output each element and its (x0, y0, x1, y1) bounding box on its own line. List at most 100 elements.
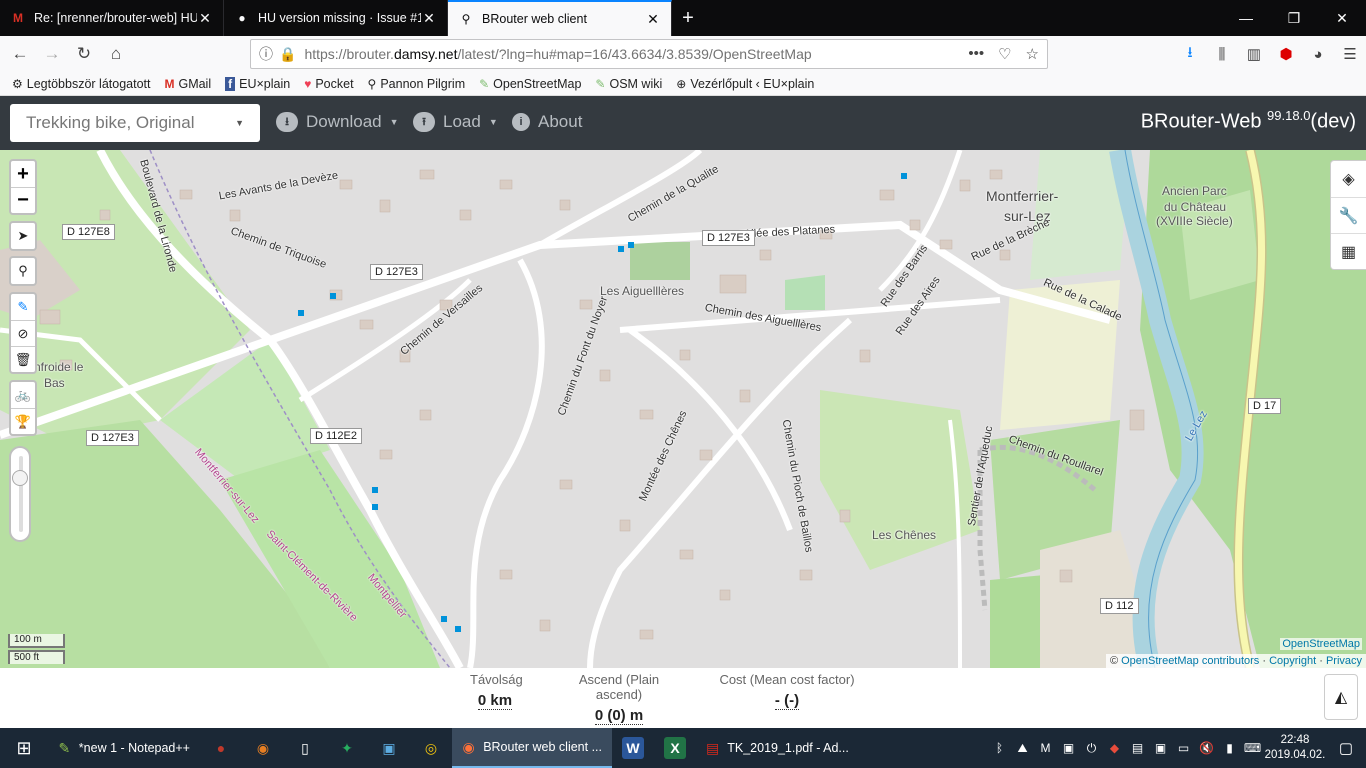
taskbar-notepadpp[interactable]: ✎ *new 1 - Notepad++ (48, 728, 200, 768)
cost-label: Cost (Mean cost factor) (719, 672, 855, 687)
battery-icon[interactable]: ▮ (1218, 741, 1241, 755)
browser-tab-gmail[interactable]: M Re: [nrenner/brouter-web] HU v ✕ (0, 0, 224, 36)
power-icon[interactable]: ⏻ (1080, 741, 1103, 756)
app-tray-icon[interactable]: M (1034, 741, 1057, 755)
info-icon: i (512, 113, 530, 131)
bookmark-label: OSM wiki (609, 76, 663, 91)
volume-icon[interactable]: 🔇 (1195, 741, 1218, 755)
bookmark-pannon-pilgrim[interactable]: ⚲ Pannon Pilgrim (368, 77, 466, 91)
start-button[interactable]: ⊞ (0, 728, 48, 768)
bluetooth-icon[interactable]: ᛒ (988, 741, 1011, 755)
bookmark-label: EU×plain (239, 76, 291, 91)
app-tray-icon[interactable]: ▤ (1126, 741, 1149, 755)
gmail-icon: M (13, 11, 23, 25)
taskbar-app[interactable]: ✦ (326, 728, 368, 768)
bookmark-star-icon[interactable]: ☆ (1026, 45, 1039, 63)
slider-thumb[interactable] (12, 470, 28, 486)
pocket-icon: ♥ (304, 76, 312, 91)
extension-icon[interactable]: ◕ (1302, 46, 1334, 63)
bookmark-label: Legtöbbször látogatott (26, 76, 151, 91)
upload-icon[interactable]: ⛰ (1011, 741, 1034, 756)
sidebar-icon[interactable]: ▥ (1238, 45, 1270, 63)
taskbar-app[interactable]: ● (200, 728, 242, 768)
privacy-link[interactable]: Privacy (1326, 655, 1362, 667)
info-icon[interactable]: ⓘ (259, 44, 273, 64)
restore-icon[interactable]: ❐ (1270, 0, 1318, 36)
lock-icon[interactable]: ▣ (1057, 741, 1080, 755)
bookmark-gmail[interactable]: M GMail (164, 77, 211, 91)
taskbar-chrome[interactable]: ◎ (410, 728, 452, 768)
taskbar-app[interactable]: ▣ (368, 728, 410, 768)
about-link[interactable]: i About (512, 112, 582, 132)
bookmark-euxplain[interactable]: f EU×plain (225, 76, 291, 91)
forward-icon[interactable]: → (36, 38, 68, 70)
language-icon[interactable]: ⌨ (1241, 741, 1264, 755)
bookmark-openstreetmap[interactable]: ✎ OpenStreetMap (479, 77, 581, 91)
minimize-icon[interactable]: — (1222, 0, 1270, 36)
scale-metric: 100 m (8, 634, 65, 648)
bookmark-vezerlopult[interactable]: ⊕ Vezérlőpult ‹ EU×plain (676, 77, 814, 91)
download-icon[interactable]: ⭳ (1174, 42, 1206, 67)
adblock-icon[interactable]: ⬢ (1270, 45, 1302, 63)
bookmark-pocket[interactable]: ♥ Pocket (304, 77, 353, 91)
copyright-link[interactable]: Copyright (1269, 655, 1316, 667)
app-tray-icon[interactable]: ◆ (1103, 741, 1126, 755)
taskbar-word[interactable]: W (612, 728, 654, 768)
locate-icon[interactable]: ➤ (11, 223, 35, 249)
library-icon[interactable]: ⫼ (1206, 46, 1238, 63)
road-shield: D 127E8 (62, 224, 115, 240)
browser-tab-github[interactable]: ● HU version missing · Issue #168 ✕ (224, 0, 448, 36)
trophy-icon[interactable]: 🏆 (11, 408, 35, 434)
table-icon[interactable]: ▦ (1331, 233, 1366, 269)
taskbar-app[interactable]: ◉ (242, 728, 284, 768)
pocket-icon[interactable]: ♡ (998, 45, 1011, 63)
download-menu[interactable]: ⭳ Download ▼ (276, 112, 399, 132)
zoom-in-button[interactable]: + (11, 161, 35, 187)
road-shield: D 112 (1100, 598, 1139, 614)
load-menu[interactable]: ⭱ Load ▼ (413, 112, 498, 132)
zoom-control: + − (9, 159, 37, 215)
menu-icon[interactable]: ☰ (1334, 45, 1366, 63)
close-icon[interactable]: ✕ (421, 10, 437, 26)
close-icon[interactable]: ✕ (645, 11, 661, 27)
page-actions-icon[interactable]: ••• (968, 45, 984, 63)
elevation-chart-button[interactable]: ◭ (1324, 674, 1358, 720)
close-icon[interactable]: ✕ (197, 10, 213, 26)
taskbar-firefox[interactable]: ◉ BRouter web client ... (452, 728, 612, 768)
network-icon[interactable]: ▭ (1172, 741, 1195, 755)
close-window-icon[interactable]: ✕ (1318, 0, 1366, 36)
opacity-slider[interactable] (9, 446, 31, 542)
sport-area (785, 275, 825, 310)
taskbar-app[interactable]: ▯ (284, 728, 326, 768)
url-bar[interactable]: ⓘ 🔒 https://brouter. damsy.net/latest/?ln… (250, 39, 1048, 69)
trash-icon[interactable]: 🗑 (11, 346, 35, 372)
road-shield: D 17 (1248, 398, 1282, 414)
new-tab-button[interactable]: + (672, 0, 704, 36)
bookmark-osm-wiki[interactable]: ✎ OSM wiki (595, 77, 662, 91)
wrench-icon[interactable]: 🔧 (1331, 197, 1366, 233)
app-icon: ◉ (256, 739, 270, 756)
map-label: (XVIIIe Siècle) (1156, 214, 1233, 228)
notification-icon[interactable]: ▢ (1326, 739, 1366, 757)
taskbar-acrobat[interactable]: ▤ TK_2019_1.pdf - Ad... (696, 728, 854, 768)
map[interactable]: Montferrier- sur-Lez Ancien Parc du Chât… (0, 150, 1366, 668)
browser-nav-bar: ← → ↻ ⌂ ⓘ 🔒 https://brouter. damsy.net/la… (0, 36, 1366, 72)
osm-contributors-link[interactable]: OpenStreetMap contributors (1121, 655, 1259, 667)
browser-tab-brouter[interactable]: ⚲ BRouter web client ✕ (448, 0, 672, 36)
home-icon[interactable]: ⌂ (100, 38, 132, 70)
clock[interactable]: 22:48 2019.04.02. (1264, 733, 1326, 763)
back-icon[interactable]: ← (4, 38, 36, 70)
app-tray-icon[interactable]: ▣ (1149, 741, 1172, 755)
bicycle-icon: ⚲ (461, 12, 471, 26)
zoom-out-button[interactable]: − (11, 187, 35, 213)
taskbar-excel[interactable]: X (654, 728, 696, 768)
layer-name[interactable]: OpenStreetMap (1280, 638, 1362, 650)
no-entry-icon[interactable]: ⊘ (11, 320, 35, 346)
pencil-icon[interactable]: ✎ (11, 294, 35, 320)
bookmark-most-visited[interactable]: ⚙ Legtöbbször látogatott (12, 77, 150, 91)
bicycle-icon[interactable]: 🚲 (11, 382, 35, 408)
layers-icon[interactable]: ◈ (1331, 161, 1366, 197)
search-icon[interactable]: ⚲ (11, 258, 35, 284)
reload-icon[interactable]: ↻ (68, 38, 100, 70)
profile-select[interactable]: Trekking bike, Original ▼ (10, 104, 260, 142)
